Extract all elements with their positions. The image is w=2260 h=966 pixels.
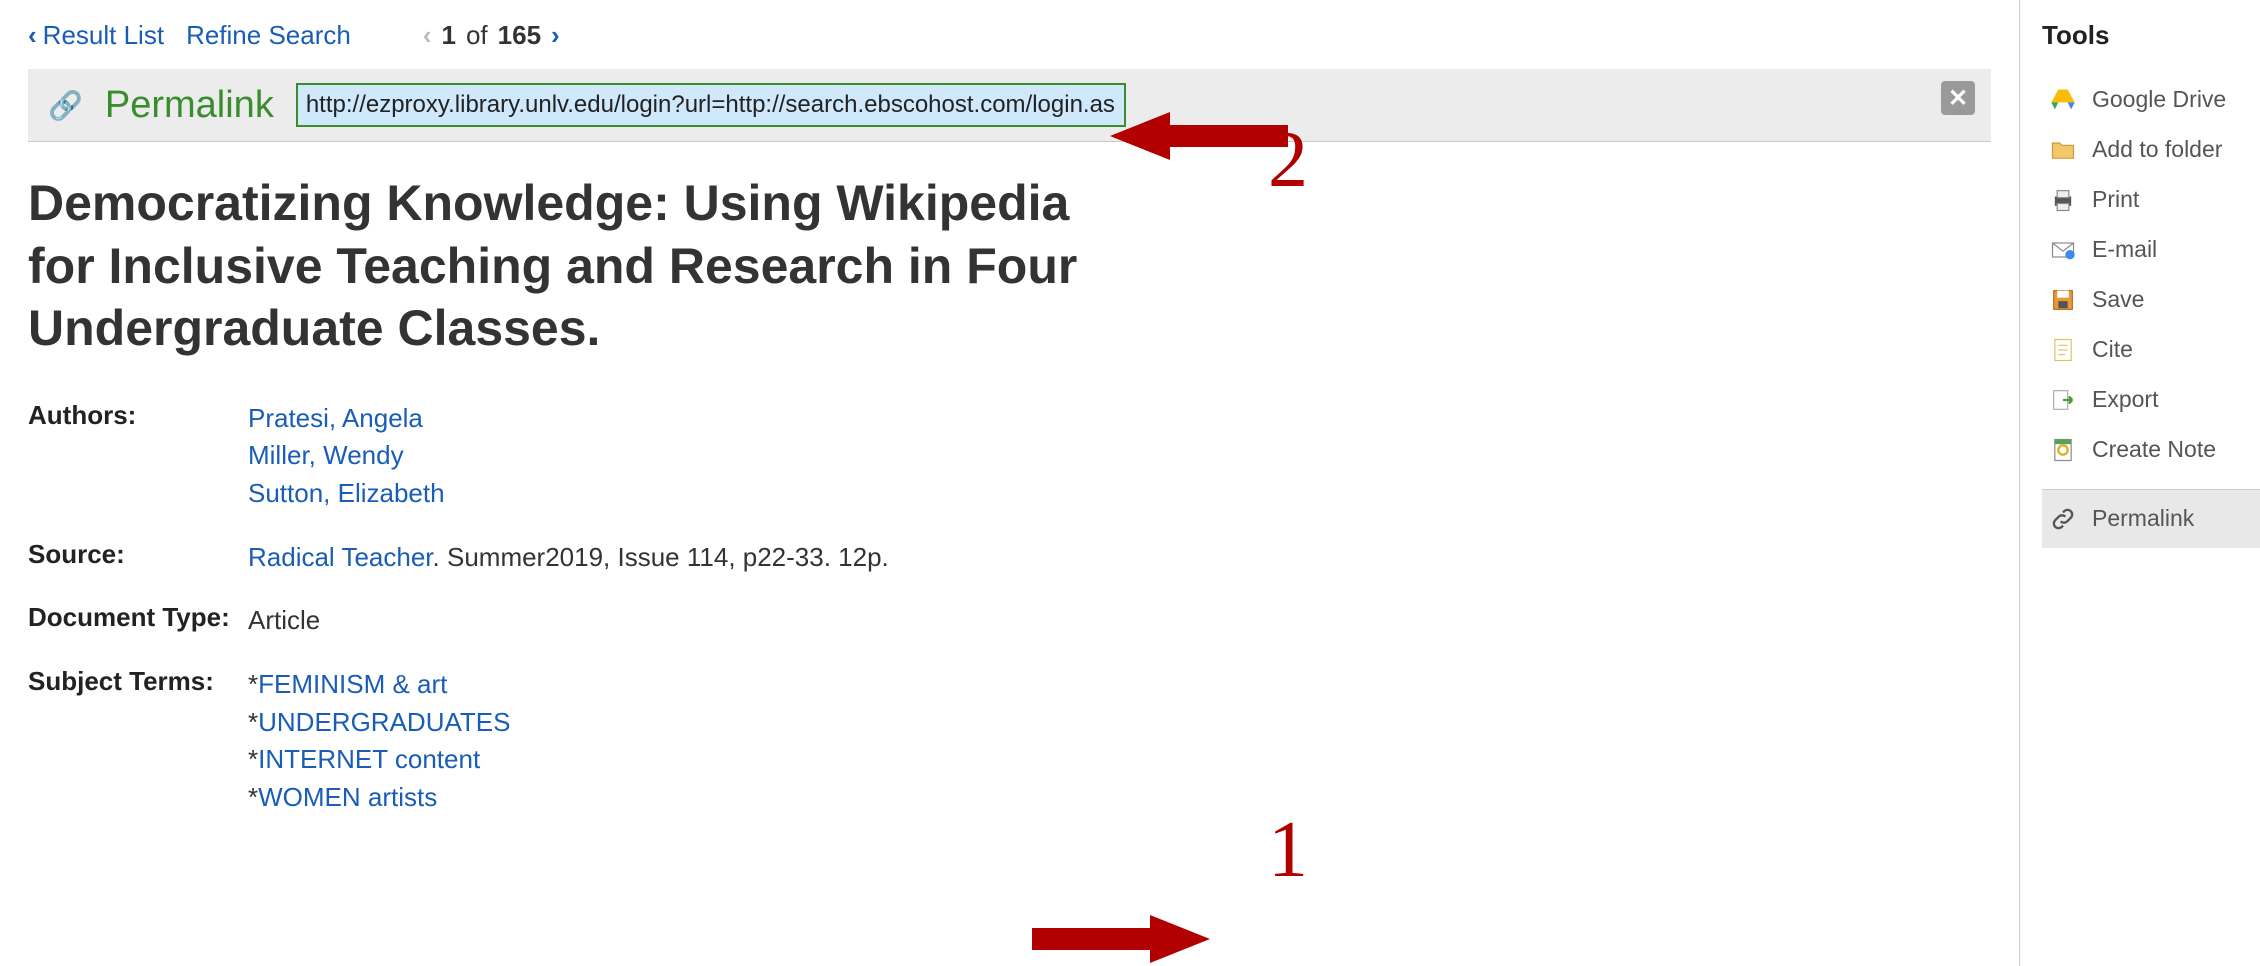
article-title: Democratizing Knowledge: Using Wikipedia… [28,172,1128,360]
tool-add-folder[interactable]: Add to folder [2042,125,2260,175]
close-permalink-button[interactable]: ✕ [1941,81,1975,115]
refine-search-link[interactable]: Refine Search [186,20,351,51]
tool-label: Cite [2092,336,2133,364]
doctype-value: Article [248,602,1991,640]
page-prev[interactable]: ‹ [423,20,432,51]
tool-google-drive[interactable]: Google Drive [2042,75,2260,125]
pager: ‹ 1 of 165 › [423,20,560,51]
subject-link[interactable]: FEMINISM & art [258,669,447,699]
tool-cite[interactable]: Cite [2042,325,2260,375]
note-icon [2048,435,2078,465]
author-link[interactable]: Sutton, Elizabeth [248,478,445,508]
page-current: 1 [442,20,456,51]
google-drive-icon [2048,85,2078,115]
tool-label: Google Drive [2092,86,2226,114]
permalink-label: Permalink [105,84,274,127]
subjects-value: *FEMINISM & art *UNDERGRADUATES *INTERNE… [248,666,1991,817]
permalink-bar: 🔗 Permalink ✕ [28,69,1991,142]
cite-icon [2048,335,2078,365]
folder-icon [2048,135,2078,165]
tool-label: Print [2092,186,2139,214]
source-value: Radical Teacher. Summer2019, Issue 114, … [248,539,1991,577]
source-label: Source: [28,539,248,577]
annotation-arrow-1 [1150,915,1210,963]
tools-sidebar: Tools Google Drive Add to folder Print E… [2020,0,2260,966]
authors-label: Authors: [28,400,248,513]
permalink-input[interactable] [296,83,1126,127]
export-icon [2048,385,2078,415]
save-icon [2048,285,2078,315]
tool-label: Save [2092,286,2144,314]
tool-label: Export [2092,386,2158,414]
tool-label: E-mail [2092,236,2157,264]
permalink-icon [2048,504,2078,534]
source-rest: . Summer2019, Issue 114, p22-33. 12p. [433,542,889,572]
top-nav: Result List Refine Search ‹ 1 of 165 › [28,20,1991,51]
close-icon: ✕ [1948,84,1968,113]
author-link[interactable]: Miller, Wendy [248,440,404,470]
source-link[interactable]: Radical Teacher [248,542,433,572]
tool-export[interactable]: Export [2042,375,2260,425]
tool-print[interactable]: Print [2042,175,2260,225]
tool-create-note[interactable]: Create Note [2042,425,2260,475]
tool-save[interactable]: Save [2042,275,2260,325]
author-link[interactable]: Pratesi, Angela [248,403,423,433]
subjects-label: Subject Terms: [28,666,248,817]
page-next[interactable]: › [551,20,560,51]
doctype-label: Document Type: [28,602,248,640]
tool-email[interactable]: E-mail [2042,225,2260,275]
subject-link[interactable]: UNDERGRADUATES [258,707,510,737]
page-of-label: of [466,20,488,51]
subject-link[interactable]: WOMEN artists [258,782,437,812]
tools-heading: Tools [2042,20,2260,51]
print-icon [2048,185,2078,215]
email-icon [2048,235,2078,265]
subject-link[interactable]: INTERNET content [258,744,480,774]
result-list-link[interactable]: Result List [28,20,164,51]
tool-permalink[interactable]: Permalink [2042,489,2260,548]
chain-icon: 🔗 [48,89,83,122]
annotation-number-1: 1 [1268,805,1308,896]
tool-label: Create Note [2092,436,2216,464]
authors-value: Pratesi, Angela Miller, Wendy Sutton, El… [248,400,1991,513]
page-total: 165 [498,20,541,51]
tool-label: Permalink [2092,505,2194,533]
tool-label: Add to folder [2092,136,2222,164]
